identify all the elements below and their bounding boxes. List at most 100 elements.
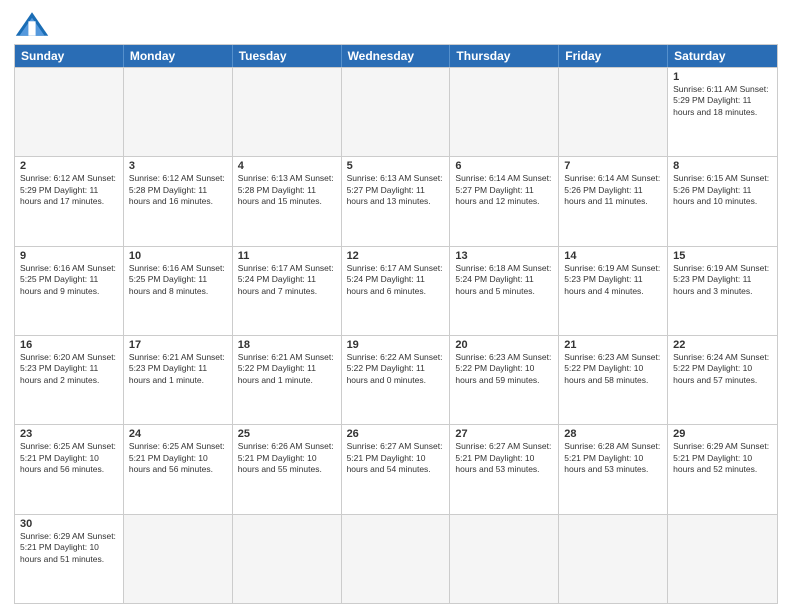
day-info: Sunrise: 6:16 AM Sunset: 5:25 PM Dayligh… — [20, 263, 118, 297]
calendar-cell: 28Sunrise: 6:28 AM Sunset: 5:21 PM Dayli… — [559, 425, 668, 513]
weekday-header: Thursday — [450, 45, 559, 67]
calendar-cell — [342, 68, 451, 156]
calendar-cell: 1Sunrise: 6:11 AM Sunset: 5:29 PM Daylig… — [668, 68, 777, 156]
calendar-cell: 4Sunrise: 6:13 AM Sunset: 5:28 PM Daylig… — [233, 157, 342, 245]
day-info: Sunrise: 6:18 AM Sunset: 5:24 PM Dayligh… — [455, 263, 553, 297]
calendar-row: 9Sunrise: 6:16 AM Sunset: 5:25 PM Daylig… — [15, 246, 777, 335]
day-info: Sunrise: 6:27 AM Sunset: 5:21 PM Dayligh… — [455, 441, 553, 475]
day-info: Sunrise: 6:15 AM Sunset: 5:26 PM Dayligh… — [673, 173, 772, 207]
calendar-row: 30Sunrise: 6:29 AM Sunset: 5:21 PM Dayli… — [15, 514, 777, 603]
day-info: Sunrise: 6:14 AM Sunset: 5:27 PM Dayligh… — [455, 173, 553, 207]
weekday-header: Monday — [124, 45, 233, 67]
day-number: 9 — [20, 250, 118, 262]
calendar-cell: 30Sunrise: 6:29 AM Sunset: 5:21 PM Dayli… — [15, 515, 124, 603]
day-info: Sunrise: 6:28 AM Sunset: 5:21 PM Dayligh… — [564, 441, 662, 475]
day-number: 17 — [129, 339, 227, 351]
calendar-cell — [124, 68, 233, 156]
day-info: Sunrise: 6:23 AM Sunset: 5:22 PM Dayligh… — [564, 352, 662, 386]
day-number: 13 — [455, 250, 553, 262]
calendar-row: 23Sunrise: 6:25 AM Sunset: 5:21 PM Dayli… — [15, 424, 777, 513]
day-number: 21 — [564, 339, 662, 351]
day-number: 23 — [20, 428, 118, 440]
day-info: Sunrise: 6:13 AM Sunset: 5:28 PM Dayligh… — [238, 173, 336, 207]
day-info: Sunrise: 6:17 AM Sunset: 5:24 PM Dayligh… — [238, 263, 336, 297]
day-info: Sunrise: 6:22 AM Sunset: 5:22 PM Dayligh… — [347, 352, 445, 386]
day-number: 30 — [20, 518, 118, 530]
day-number: 5 — [347, 160, 445, 172]
calendar-cell: 18Sunrise: 6:21 AM Sunset: 5:22 PM Dayli… — [233, 336, 342, 424]
calendar-cell: 16Sunrise: 6:20 AM Sunset: 5:23 PM Dayli… — [15, 336, 124, 424]
calendar-cell — [15, 68, 124, 156]
calendar: SundayMondayTuesdayWednesdayThursdayFrid… — [14, 44, 778, 604]
page: SundayMondayTuesdayWednesdayThursdayFrid… — [0, 0, 792, 612]
day-number: 26 — [347, 428, 445, 440]
calendar-row: 2Sunrise: 6:12 AM Sunset: 5:29 PM Daylig… — [15, 156, 777, 245]
calendar-row: 16Sunrise: 6:20 AM Sunset: 5:23 PM Dayli… — [15, 335, 777, 424]
calendar-row: 1Sunrise: 6:11 AM Sunset: 5:29 PM Daylig… — [15, 67, 777, 156]
calendar-cell: 17Sunrise: 6:21 AM Sunset: 5:23 PM Dayli… — [124, 336, 233, 424]
day-number: 15 — [673, 250, 772, 262]
day-number: 7 — [564, 160, 662, 172]
calendar-cell: 7Sunrise: 6:14 AM Sunset: 5:26 PM Daylig… — [559, 157, 668, 245]
day-info: Sunrise: 6:14 AM Sunset: 5:26 PM Dayligh… — [564, 173, 662, 207]
calendar-cell: 23Sunrise: 6:25 AM Sunset: 5:21 PM Dayli… — [15, 425, 124, 513]
calendar-cell: 27Sunrise: 6:27 AM Sunset: 5:21 PM Dayli… — [450, 425, 559, 513]
calendar-cell — [124, 515, 233, 603]
calendar-cell: 24Sunrise: 6:25 AM Sunset: 5:21 PM Dayli… — [124, 425, 233, 513]
day-number: 12 — [347, 250, 445, 262]
calendar-cell: 26Sunrise: 6:27 AM Sunset: 5:21 PM Dayli… — [342, 425, 451, 513]
calendar-cell: 10Sunrise: 6:16 AM Sunset: 5:25 PM Dayli… — [124, 247, 233, 335]
day-info: Sunrise: 6:24 AM Sunset: 5:22 PM Dayligh… — [673, 352, 772, 386]
calendar-cell: 20Sunrise: 6:23 AM Sunset: 5:22 PM Dayli… — [450, 336, 559, 424]
day-info: Sunrise: 6:13 AM Sunset: 5:27 PM Dayligh… — [347, 173, 445, 207]
day-number: 1 — [673, 71, 772, 83]
calendar-cell: 9Sunrise: 6:16 AM Sunset: 5:25 PM Daylig… — [15, 247, 124, 335]
day-number: 2 — [20, 160, 118, 172]
day-number: 27 — [455, 428, 553, 440]
day-info: Sunrise: 6:11 AM Sunset: 5:29 PM Dayligh… — [673, 84, 772, 118]
day-info: Sunrise: 6:29 AM Sunset: 5:21 PM Dayligh… — [673, 441, 772, 475]
day-info: Sunrise: 6:25 AM Sunset: 5:21 PM Dayligh… — [20, 441, 118, 475]
day-info: Sunrise: 6:21 AM Sunset: 5:22 PM Dayligh… — [238, 352, 336, 386]
logo — [14, 10, 54, 38]
day-info: Sunrise: 6:19 AM Sunset: 5:23 PM Dayligh… — [673, 263, 772, 297]
day-info: Sunrise: 6:19 AM Sunset: 5:23 PM Dayligh… — [564, 263, 662, 297]
day-info: Sunrise: 6:29 AM Sunset: 5:21 PM Dayligh… — [20, 531, 118, 565]
day-info: Sunrise: 6:16 AM Sunset: 5:25 PM Dayligh… — [129, 263, 227, 297]
day-number: 14 — [564, 250, 662, 262]
calendar-cell: 12Sunrise: 6:17 AM Sunset: 5:24 PM Dayli… — [342, 247, 451, 335]
day-info: Sunrise: 6:12 AM Sunset: 5:29 PM Dayligh… — [20, 173, 118, 207]
calendar-cell — [668, 515, 777, 603]
weekday-header: Friday — [559, 45, 668, 67]
day-number: 10 — [129, 250, 227, 262]
calendar-cell: 5Sunrise: 6:13 AM Sunset: 5:27 PM Daylig… — [342, 157, 451, 245]
calendar-cell: 29Sunrise: 6:29 AM Sunset: 5:21 PM Dayli… — [668, 425, 777, 513]
day-number: 11 — [238, 250, 336, 262]
calendar-cell: 15Sunrise: 6:19 AM Sunset: 5:23 PM Dayli… — [668, 247, 777, 335]
weekday-header: Wednesday — [342, 45, 451, 67]
day-number: 16 — [20, 339, 118, 351]
calendar-cell: 11Sunrise: 6:17 AM Sunset: 5:24 PM Dayli… — [233, 247, 342, 335]
calendar-cell — [559, 68, 668, 156]
calendar-cell: 19Sunrise: 6:22 AM Sunset: 5:22 PM Dayli… — [342, 336, 451, 424]
day-info: Sunrise: 6:25 AM Sunset: 5:21 PM Dayligh… — [129, 441, 227, 475]
calendar-cell: 25Sunrise: 6:26 AM Sunset: 5:21 PM Dayli… — [233, 425, 342, 513]
day-number: 3 — [129, 160, 227, 172]
calendar-cell — [233, 515, 342, 603]
day-number: 22 — [673, 339, 772, 351]
calendar-cell — [450, 68, 559, 156]
weekday-header: Sunday — [15, 45, 124, 67]
calendar-cell — [233, 68, 342, 156]
day-number: 29 — [673, 428, 772, 440]
calendar-cell: 3Sunrise: 6:12 AM Sunset: 5:28 PM Daylig… — [124, 157, 233, 245]
day-info: Sunrise: 6:12 AM Sunset: 5:28 PM Dayligh… — [129, 173, 227, 207]
day-number: 24 — [129, 428, 227, 440]
day-number: 18 — [238, 339, 336, 351]
calendar-cell: 22Sunrise: 6:24 AM Sunset: 5:22 PM Dayli… — [668, 336, 777, 424]
day-info: Sunrise: 6:27 AM Sunset: 5:21 PM Dayligh… — [347, 441, 445, 475]
weekday-header: Tuesday — [233, 45, 342, 67]
day-number: 25 — [238, 428, 336, 440]
day-info: Sunrise: 6:26 AM Sunset: 5:21 PM Dayligh… — [238, 441, 336, 475]
day-info: Sunrise: 6:17 AM Sunset: 5:24 PM Dayligh… — [347, 263, 445, 297]
weekday-header: Saturday — [668, 45, 777, 67]
